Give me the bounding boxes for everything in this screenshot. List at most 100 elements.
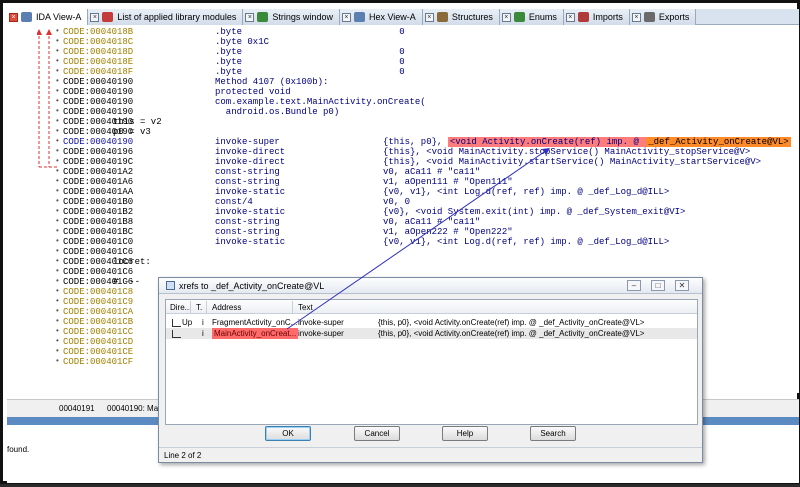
code-line[interactable]: • CODE:00040190 Method 4107 (0x100b):	[7, 77, 799, 87]
cancel-button[interactable]: Cancel	[354, 426, 400, 441]
line-marker: •	[55, 277, 60, 286]
table-row[interactable]: i MainActivity_onCreat... invoke-super {thi…	[166, 328, 697, 339]
tab-structures[interactable]: × Structures	[422, 9, 500, 25]
code-line[interactable]: • CODE:000401AA invoke-static {v0, v1}, <in…	[7, 187, 799, 197]
tab-list-of-applied-library-modules[interactable]: × List of applied library modules	[88, 9, 244, 25]
code-label: # ---	[113, 277, 141, 287]
line-marker: •	[55, 167, 60, 176]
code-line[interactable]: • CODE:00040190 android.os.Bundle p0)	[7, 107, 799, 117]
line-marker: •	[55, 297, 60, 306]
xref-address: MainActivity_onCreat...	[212, 328, 299, 339]
code-instruction: invoke-static	[215, 187, 286, 197]
code-line[interactable]: • CODE:0004018E .byte 0	[7, 57, 799, 67]
xrefs-table[interactable]: Dire... T. Address Text Up i FragmentActiv…	[165, 299, 698, 425]
tab-close-icon[interactable]: ×	[631, 12, 641, 22]
code-instruction: .byte	[215, 27, 243, 37]
close-icon[interactable]: ✕	[675, 280, 689, 291]
code-line[interactable]: • CODE:00040190 invoke-super {this, p0}, <v…	[7, 137, 799, 147]
code-line[interactable]: • CODE:0004018C .byte 0x1C	[7, 37, 799, 47]
column-address[interactable]: Address	[212, 303, 241, 313]
code-address: CODE:00040190	[63, 87, 134, 97]
code-address: CODE:000401C6	[63, 267, 134, 277]
code-line[interactable]: • CODE:000401B0 const/4 v0, 0	[7, 197, 799, 207]
operand-text: v0, aCa11 # "ca11"	[383, 217, 481, 227]
code-line[interactable]: • CODE:000401C6	[7, 247, 799, 257]
column-text[interactable]: Text	[298, 303, 313, 313]
code-line[interactable]: • CODE:000401A2 const-string v0, aCa11 # "c…	[7, 167, 799, 177]
code-address: CODE:000401CD	[63, 337, 134, 347]
code-instruction: invoke-static	[215, 207, 286, 217]
code-line[interactable]: • CODE:00040190 com.example.text.MainActiv…	[7, 97, 799, 107]
code-address: CODE:0004019C	[63, 157, 134, 167]
code-instruction: invoke-super	[215, 137, 280, 147]
minimize-icon[interactable]: –	[627, 280, 641, 291]
code-line[interactable]: • CODE:000401B2 invoke-static {v0}, <void S…	[7, 207, 799, 217]
code-line[interactable]: • CODE:000401C6	[7, 267, 799, 277]
structures-icon	[436, 12, 448, 22]
code-operands: v1, aOpen222 # "Open222"	[383, 227, 513, 237]
operand-text: {this}, <void MainActivity.startService(…	[383, 157, 762, 167]
code-line[interactable]: • CODE:0004018B .byte 0	[7, 27, 799, 37]
ok-button[interactable]: OK	[265, 426, 311, 441]
tab-enums[interactable]: × Enums	[499, 9, 564, 25]
tab-close-icon[interactable]: ×	[9, 12, 18, 22]
column-direction[interactable]: Dire...	[170, 303, 191, 313]
tab-close-icon[interactable]: ×	[245, 12, 255, 22]
xref-text: invoke-super	[298, 329, 344, 338]
line-marker: •	[55, 187, 60, 196]
tab-imports[interactable]: × Imports	[563, 9, 630, 25]
code-line[interactable]: • CODE:0004018F .byte 0	[7, 67, 799, 77]
xref-address: FragmentActivity_onC...	[212, 318, 298, 327]
operand-text: 0	[383, 27, 405, 37]
line-marker: •	[55, 97, 60, 106]
tab-close-icon[interactable]: ×	[565, 12, 575, 22]
code-line[interactable]: • CODE:0004019C invoke-direct {this}, <void…	[7, 157, 799, 167]
maximize-icon[interactable]: □	[651, 280, 665, 291]
tab-close-icon[interactable]: ×	[341, 12, 351, 22]
tab-close-icon[interactable]: ×	[501, 12, 511, 22]
code-instruction: .byte	[215, 67, 243, 77]
code-line[interactable]: • CODE:000401C6 locret:	[7, 257, 799, 267]
operand-text: {v0, v1}, <int Log.d(ref, ref) imp. @ _d…	[383, 237, 670, 247]
line-marker: •	[55, 257, 60, 266]
tab-hex-view-a[interactable]: × Hex View-A	[339, 9, 423, 25]
column-type[interactable]: T.	[196, 303, 202, 313]
line-marker: •	[55, 87, 60, 96]
code-line[interactable]: • CODE:000401C0 invoke-static {v0, v1}, <in…	[7, 237, 799, 247]
code-line[interactable]: • CODE:000401A6 const-string v1, aOpen111 #…	[7, 177, 799, 187]
code-line[interactable]: • CODE:00040190 this = v2	[7, 117, 799, 127]
tab-close-icon[interactable]: ×	[90, 12, 100, 22]
help-button[interactable]: Help	[442, 426, 488, 441]
line-marker: •	[55, 227, 60, 236]
xrefs-dialog: xrefs to _def_Activity_onCreate@VL – □ ✕…	[158, 277, 703, 463]
line-marker: •	[55, 137, 60, 146]
dialog-title: xrefs to _def_Activity_onCreate@VL	[179, 281, 325, 291]
search-button[interactable]: Search	[530, 426, 576, 441]
highlighted-symbol[interactable]: _def_Activity_onCreate@VL>	[646, 137, 791, 147]
table-row[interactable]: Up i FragmentActivity_onC... invoke-super {t…	[166, 317, 697, 328]
tab-close-icon[interactable]: ×	[424, 12, 434, 22]
code-line[interactable]: • CODE:00040190 protected void	[7, 87, 799, 97]
code-operands: 0	[383, 57, 404, 67]
code-operands: {v0, v1}, <int Log.d(ref, ref) imp. @ _d…	[383, 237, 669, 247]
code-address: CODE:0004018C	[63, 37, 134, 47]
tab-strings-window[interactable]: × Strings window	[243, 9, 340, 25]
status-offset: 00040191	[59, 404, 95, 413]
code-address: CODE:0004018E	[63, 57, 134, 67]
code-address: CODE:000401CE	[63, 347, 134, 357]
code-operands: 0	[383, 27, 405, 37]
xref-direction: Up	[182, 318, 193, 327]
code-line[interactable]: • CODE:00040190 p0 = v3	[7, 127, 799, 137]
tab-ida-view-a[interactable]: × IDA View-A	[7, 9, 89, 25]
line-marker: •	[55, 177, 60, 186]
code-instruction: invoke-direct	[215, 147, 286, 157]
tab-exports[interactable]: × Exports	[629, 9, 697, 25]
code-line[interactable]: • CODE:000401B8 const-string v0, aCa11 # "c…	[7, 217, 799, 227]
highlighted-call[interactable]: <void Activity.onCreate(ref) imp. @	[447, 137, 647, 147]
code-line[interactable]: • CODE:00040196 invoke-direct {this}, <void…	[7, 147, 799, 157]
dialog-titlebar[interactable]: xrefs to _def_Activity_onCreate@VL – □ ✕	[159, 278, 702, 294]
line-marker: •	[55, 327, 60, 336]
code-line[interactable]: • CODE:000401BC const-string v1, aOpen222 #…	[7, 227, 799, 237]
xref-type: i	[202, 318, 204, 327]
code-line[interactable]: • CODE:0004018D .byte 0	[7, 47, 799, 57]
